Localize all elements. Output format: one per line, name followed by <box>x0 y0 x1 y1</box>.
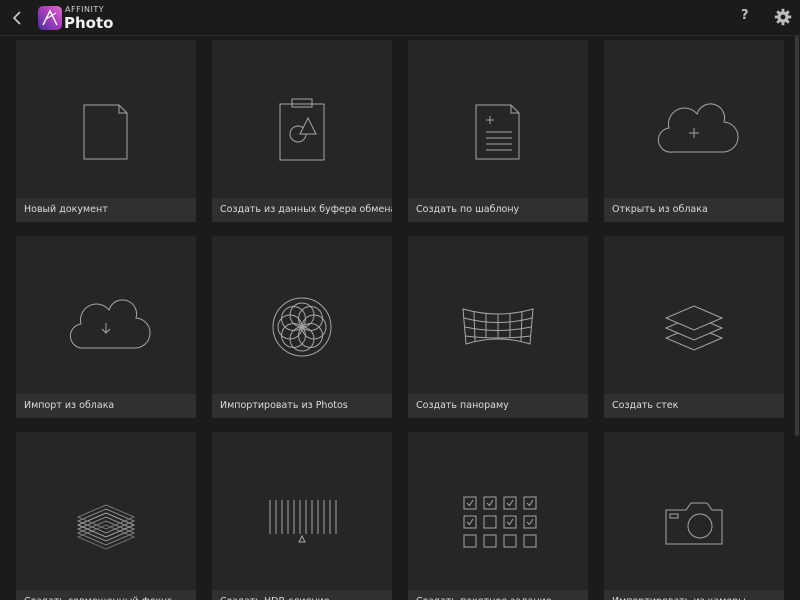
focus-merge-icon <box>76 504 136 550</box>
camera-icon <box>665 502 723 545</box>
batch-job-icon <box>463 496 537 548</box>
cloud-plus-icon <box>657 103 739 153</box>
tile-import-camera[interactable]: Импортировать из камеры <box>604 432 784 600</box>
gear-icon[interactable] <box>774 8 792 26</box>
brand-tagline: AFFINITY <box>65 5 105 14</box>
tile-label: Импортировать из Photos <box>212 394 392 418</box>
tile-focus-merge[interactable]: Создать совмещенный фокус <box>16 432 196 600</box>
chevron-left-icon[interactable] <box>10 9 26 27</box>
tile-label: Импорт из облака <box>16 394 196 418</box>
top-bar: AFFINITY Photo ? <box>0 0 800 36</box>
affinity-photo-logo <box>38 6 62 30</box>
tile-template[interactable]: Создать по шаблону <box>408 40 588 222</box>
panorama-icon <box>462 308 534 345</box>
cloud-download-icon <box>69 299 151 349</box>
tile-label: Создать стек <box>604 394 784 418</box>
tile-label: Создать из данных буфера обмена <box>212 198 392 222</box>
blank-document-icon <box>83 104 128 160</box>
tile-clipboard[interactable]: Создать из данных буфера обмена <box>212 40 392 222</box>
scrollbar[interactable] <box>795 36 799 436</box>
tile-label: Создать пакетное задание <box>408 590 588 600</box>
layers-stack-icon <box>664 305 724 351</box>
tile-label: Создать совмещенный фокус <box>16 590 196 600</box>
tile-label: Создать панораму <box>408 394 588 418</box>
tile-new-document[interactable]: Новый документ <box>16 40 196 222</box>
tile-label: Новый документ <box>16 198 196 222</box>
tile-label: Создать по шаблону <box>408 198 588 222</box>
template-document-icon <box>475 104 520 160</box>
photos-flower-icon <box>272 297 332 357</box>
tile-stack[interactable]: Создать стек <box>604 236 784 418</box>
hdr-merge-icon <box>269 500 337 543</box>
action-grid: Новый документ Создать из данных буфера … <box>0 36 792 600</box>
tile-import-photos[interactable]: Импортировать из Photos <box>212 236 392 418</box>
tile-hdr-merge[interactable]: Создать HDR-слияние <box>212 432 392 600</box>
tile-label: Создать HDR-слияние <box>212 590 392 600</box>
tile-batch-job[interactable]: Создать пакетное задание <box>408 432 588 600</box>
clipboard-icon <box>279 98 325 161</box>
tile-import-cloud[interactable]: Импорт из облака <box>16 236 196 418</box>
tile-panorama[interactable]: Создать панораму <box>408 236 588 418</box>
tile-label: Импортировать из камеры <box>604 590 784 600</box>
brand-name: Photo <box>64 14 114 32</box>
help-button[interactable]: ? <box>741 8 749 23</box>
tile-open-cloud[interactable]: Открыть из облака <box>604 40 784 222</box>
tile-label: Открыть из облака <box>604 198 784 222</box>
